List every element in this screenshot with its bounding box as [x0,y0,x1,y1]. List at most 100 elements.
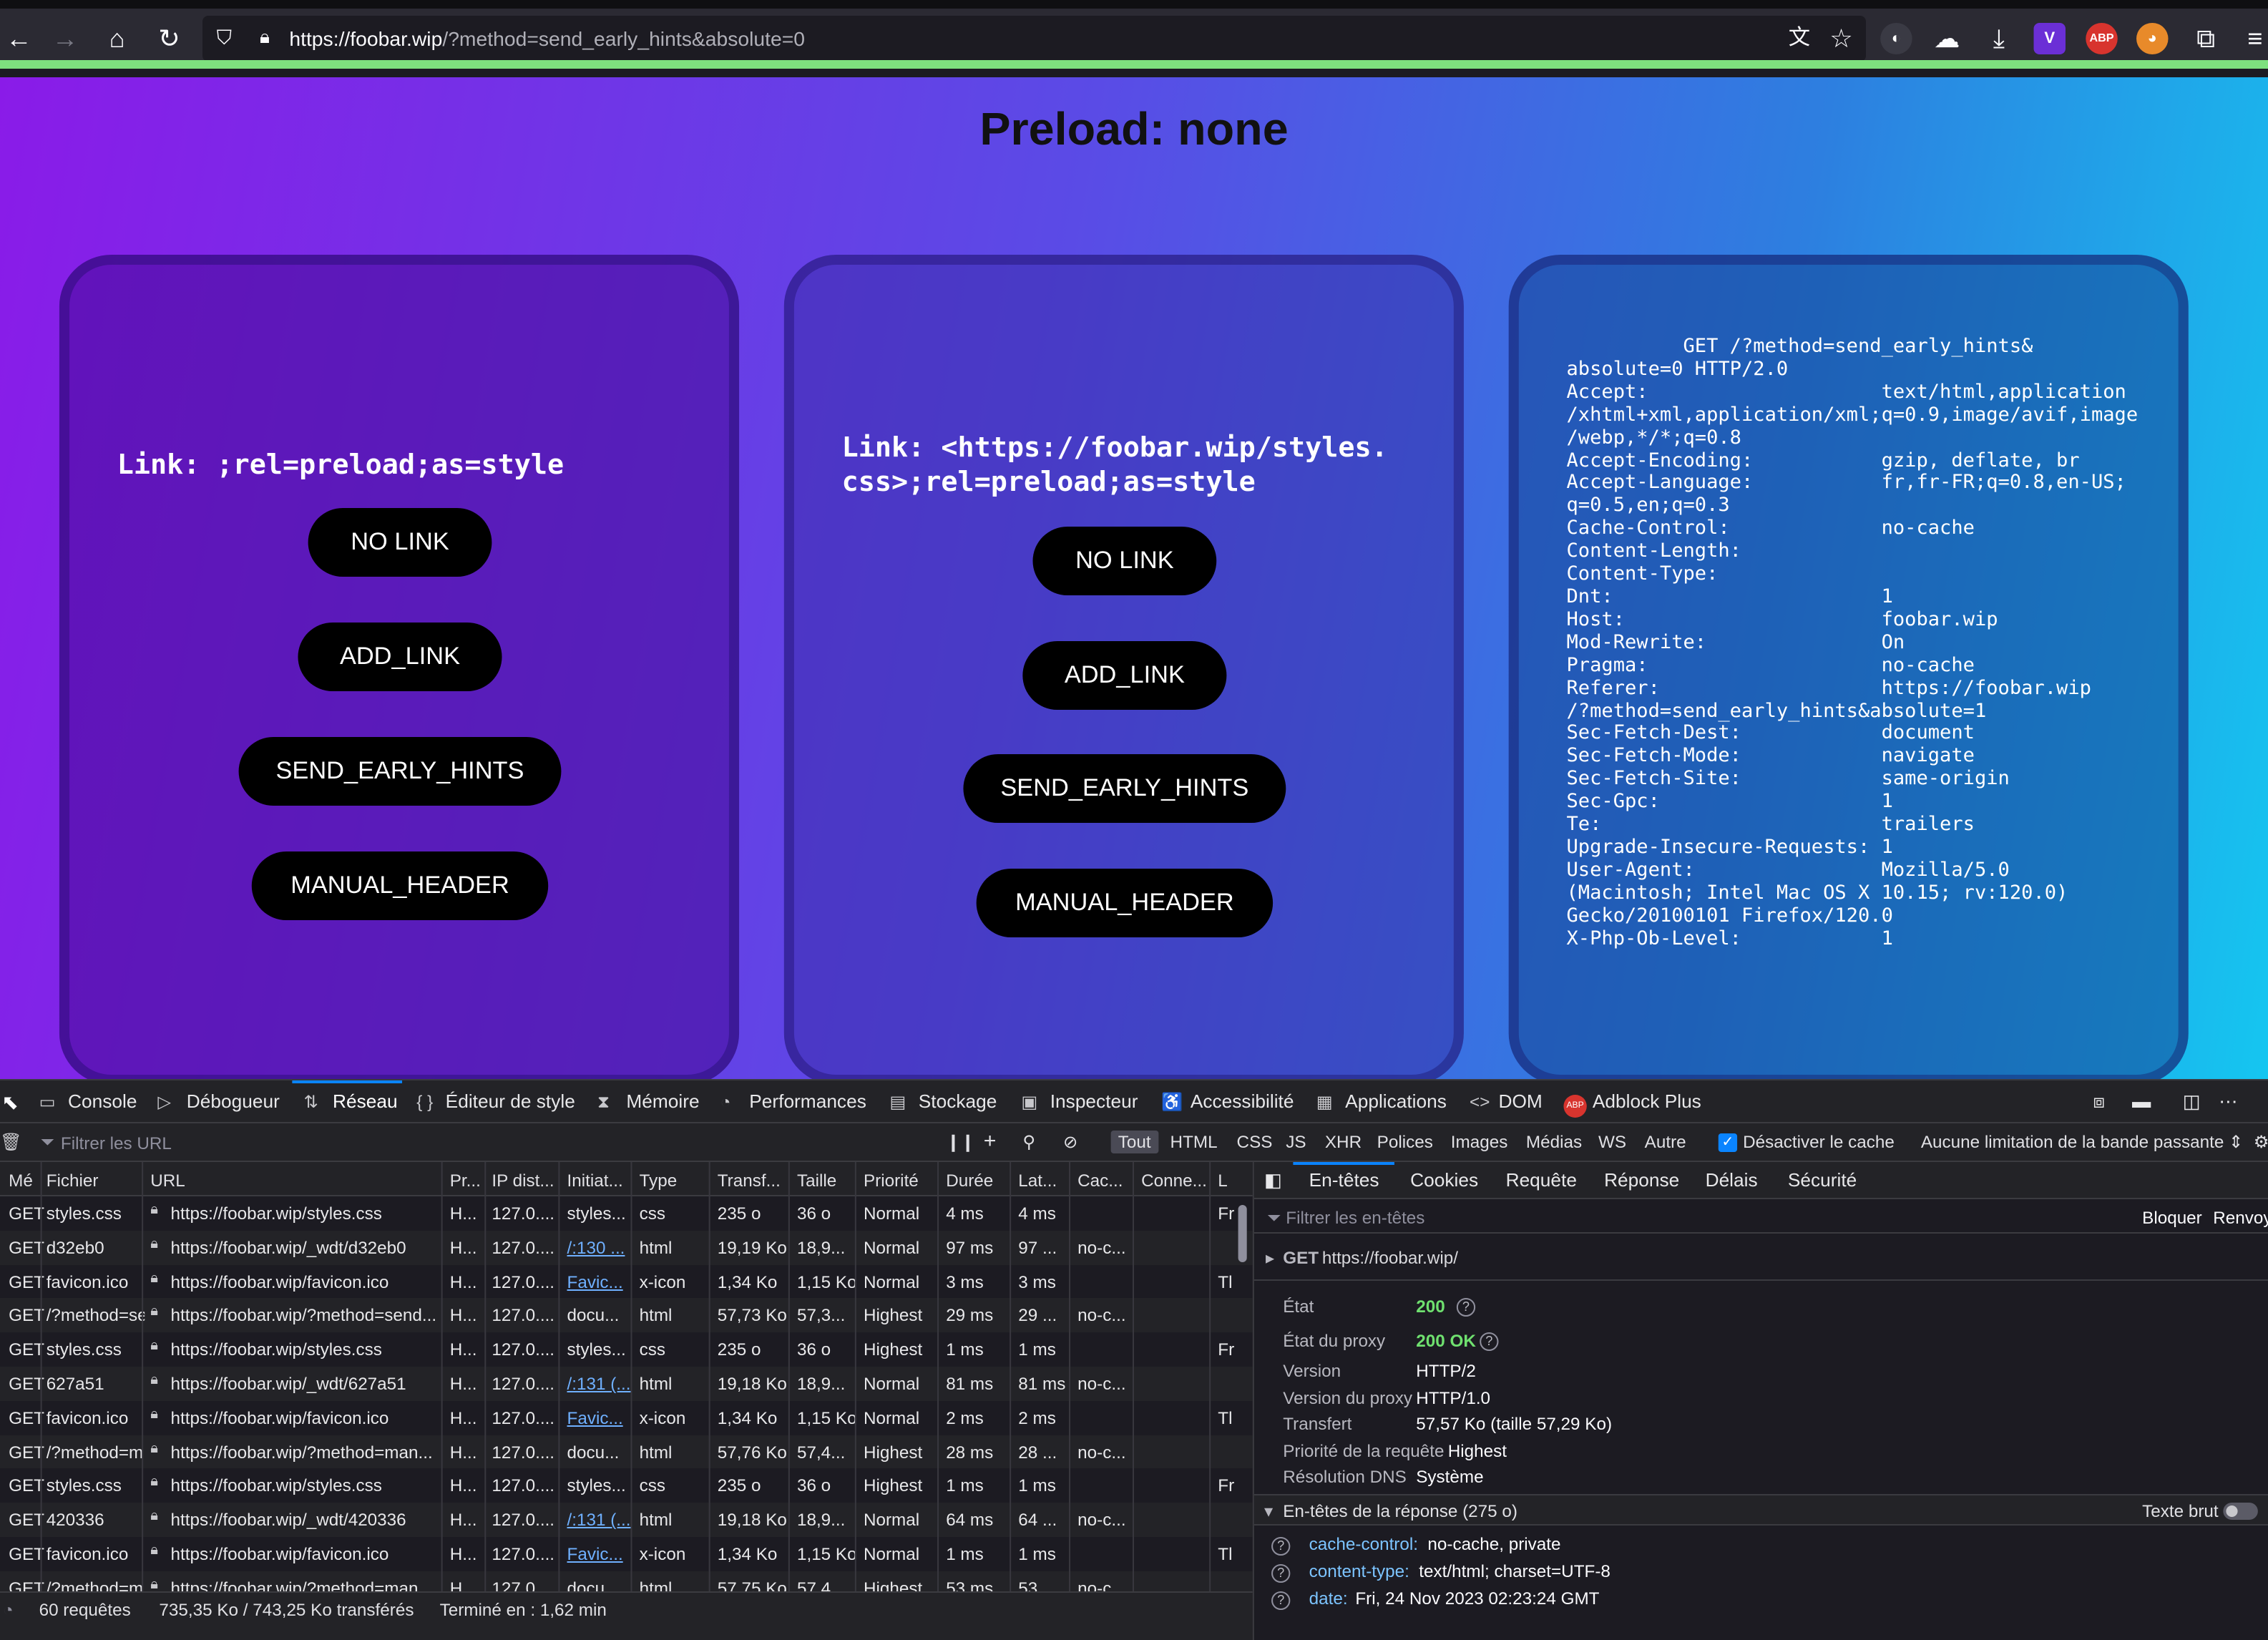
col-protocol[interactable]: Pr... [450,1171,481,1191]
tab-timings[interactable]: Délais [1706,1169,1758,1191]
col-method[interactable]: Mé [9,1171,33,1191]
pause-icon[interactable]: ❙❙ [946,1132,975,1152]
more-options-icon[interactable]: ⋯ [2219,1090,2237,1113]
plus-icon[interactable]: + [984,1129,997,1153]
translate-icon[interactable]: 文 [1781,20,1819,57]
cell-initiator[interactable]: docu... [567,1578,631,1591]
address-bar[interactable]: ⛉ 🔒︎ https://foobar.wip/?method=send_ear… [202,16,1866,62]
cell-initiator[interactable]: styles... [567,1204,631,1224]
send-early-hints-button[interactable]: SEND_EARLY_HINTS [963,754,1286,823]
fox-icon[interactable]: ◕ [2136,23,2169,54]
url-text[interactable]: https://foobar.wip/?method=send_early_hi… [289,27,805,50]
col-transferred[interactable]: Transf... [718,1171,781,1191]
col-duration[interactable]: Durée [946,1171,993,1191]
disable-cache-checkbox[interactable]: ✓ [1718,1133,1738,1152]
v-extension-icon[interactable]: V [2033,23,2066,54]
back-arrow-icon[interactable]: ← [0,20,38,57]
tab-request[interactable]: Requête [1506,1169,1577,1191]
cell-initiator[interactable]: Favic... [567,1408,631,1428]
cell-initiator[interactable]: styles... [567,1339,631,1360]
send-early-hints-button[interactable]: SEND_EARLY_HINTS [238,737,562,806]
header-filter-input[interactable]: Filtrer les en-têtes [1286,1208,1424,1228]
menu-icon[interactable]: ≡ [2237,20,2268,57]
add-link-button[interactable]: ADD_LINK [1022,641,1227,710]
block-button[interactable]: Bloquer [2142,1208,2202,1228]
toggle-sidebar-icon[interactable]: ◧ [1264,1169,1282,1192]
block-icon[interactable]: ⊘ [1063,1132,1077,1152]
tab-storage[interactable]: ▤ Stockage [889,1090,997,1112]
filter-html[interactable]: HTML [1170,1132,1218,1152]
dock-icon[interactable]: ◫ [2183,1090,2201,1113]
table-row[interactable]: GET styles.css https://foobar.wip/styles.c… [0,1332,1253,1367]
tab-response[interactable]: Réponse [1604,1169,1679,1191]
col-connection[interactable]: Conne... [1141,1171,1207,1191]
table-row[interactable]: GET favicon.ico https://foobar.wip/favicon… [0,1537,1253,1571]
perf-icon[interactable]: ◔ [3,1600,14,1620]
tab-style-editor[interactable]: { } Éditeur de style [416,1090,575,1112]
filter-fonts[interactable]: Polices [1377,1132,1433,1152]
no-link-button[interactable]: NO LINK [308,508,492,577]
col-url[interactable]: URL [150,1171,185,1191]
tab-dom[interactable]: <> DOM [1470,1090,1543,1112]
tab-network[interactable]: ⇅ Réseau [304,1090,398,1112]
response-headers-section[interactable]: ▾ En-têtes de la réponse (275 o) Texte b… [1253,1494,2268,1526]
table-row[interactable]: GET d32eb0 https://foobar.wip/_wdt/d32eb0 🔒… [0,1230,1253,1265]
filter-css[interactable]: CSS [1237,1132,1273,1152]
bookmark-star-icon[interactable]: ☆ [1822,20,1860,57]
col-remote-ip[interactable]: IP dist... [492,1171,554,1191]
forward-arrow-icon[interactable]: → [47,20,84,57]
table-row[interactable]: GET/?method=se https://foobar.wip/?method… [0,1298,1253,1333]
filter-images[interactable]: Images [1451,1132,1508,1152]
filter-js[interactable]: JS [1286,1132,1306,1152]
tab-performance[interactable]: ◔ Performances [720,1090,866,1112]
throttling-select[interactable]: Aucune limitation de la bande passante ⇕ [1921,1132,2244,1152]
raw-text-toggle[interactable] [2223,1503,2258,1520]
help-icon[interactable]: ? [1271,1561,1291,1583]
col-initiator[interactable]: Initiat... [567,1171,623,1191]
pick-element-icon[interactable]: ⬉ [0,1083,29,1121]
table-scrollbar[interactable] [1238,1205,1247,1262]
table-row[interactable]: GET favicon.ico https://foobar.wip/favicon… [0,1401,1253,1435]
col-size[interactable]: Taille [797,1171,836,1191]
add-link-button[interactable]: ADD_LINK [298,623,502,691]
url-filter-input[interactable]: Filtrer les URL [61,1133,172,1153]
collapse-triangle-icon[interactable]: ▾ [1264,1501,1273,1521]
cell-initiator[interactable]: docu... [567,1306,631,1326]
privacy-icon[interactable]: ◐ [1880,23,1912,54]
col-type[interactable]: Type [640,1171,678,1191]
table-row[interactable]: GET favicon.ico https://foobar.wip/favicon… [0,1264,1253,1299]
lock-icon[interactable]: 🔒︎ [252,24,278,50]
col-priority[interactable]: Priorité [864,1171,919,1191]
filter-ws[interactable]: WS [1598,1132,1626,1152]
shield-icon[interactable]: ⛉ [211,24,237,50]
no-link-button[interactable]: NO LINK [1032,527,1217,595]
filter-xhr[interactable]: XHR [1325,1132,1362,1152]
filter-all[interactable]: Tout [1110,1131,1158,1153]
resend-button[interactable]: Renvoy [2213,1208,2268,1228]
table-row[interactable]: GET 627a51 https://foobar.wip/_wdt/627a51 🔒… [0,1367,1253,1401]
cell-initiator[interactable]: styles... [567,1476,631,1496]
puzzle-icon[interactable]: ⧉ [2187,20,2225,57]
filter-media[interactable]: Médias [1526,1132,1582,1152]
help-icon[interactable]: ? [1480,1329,1499,1351]
trash-icon[interactable]: 🗑︎ [0,1132,22,1152]
cell-initiator[interactable]: /:130 ... [567,1238,631,1258]
tab-adblock-plus[interactable]: ABP Adblock Plus [1563,1090,1701,1118]
cell-initiator[interactable]: Favic... [567,1544,631,1564]
col-latency[interactable]: Lat... [1018,1171,1057,1191]
cell-initiator[interactable]: /:131 (... [567,1374,631,1394]
tab-cookies[interactable]: Cookies [1410,1169,1478,1191]
tab-console[interactable]: ▭ Console [39,1090,137,1112]
help-icon[interactable]: ? [1271,1534,1291,1556]
col-l[interactable]: L [1218,1171,1228,1191]
adblock-plus-icon[interactable]: ABP [2086,23,2118,54]
request-url[interactable]: https://foobar.wip/ [1322,1248,1458,1268]
cell-initiator[interactable]: docu... [567,1442,631,1462]
download-icon[interactable]: ⤓ [1980,20,2018,57]
help-icon[interactable]: ? [1456,1295,1476,1317]
manual-header-button[interactable]: MANUAL_HEADER [976,869,1274,937]
reload-icon[interactable]: ↻ [150,20,188,57]
table-row[interactable]: GET styles.css https://foobar.wip/styles.c… [0,1196,1253,1231]
col-file[interactable]: Fichier [47,1171,99,1191]
tab-applications[interactable]: ▦ Applications [1316,1090,1447,1112]
